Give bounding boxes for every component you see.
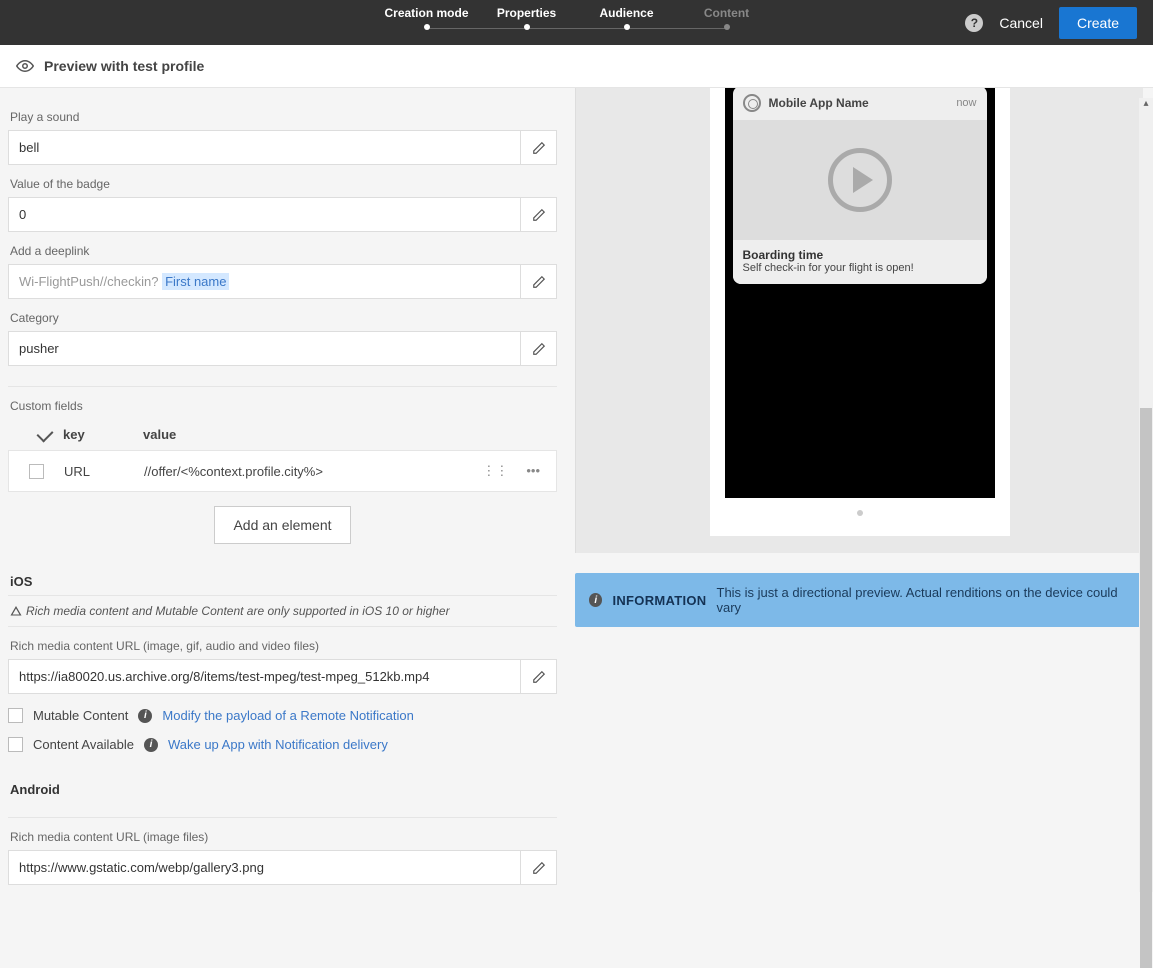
play-icon xyxy=(828,148,892,212)
eye-icon xyxy=(16,57,34,75)
device-preview: Mobile App Name now Boarding time Self c… xyxy=(575,88,1143,553)
row-checkbox[interactable] xyxy=(29,464,44,479)
step-creation-mode[interactable]: Creation mode xyxy=(377,6,477,30)
info-icon[interactable]: i xyxy=(144,738,158,752)
deeplink-label: Add a deeplink xyxy=(10,244,557,258)
preview-with-test-profile[interactable]: Preview with test profile xyxy=(44,58,204,74)
right-panel: Mobile App Name now Boarding time Self c… xyxy=(565,88,1153,887)
mutable-content-link[interactable]: Modify the payload of a Remote Notificat… xyxy=(162,708,413,723)
ios-section: iOS xyxy=(10,574,557,589)
notification-media xyxy=(733,120,987,240)
content-available-link[interactable]: Wake up App with Notification delivery xyxy=(168,737,388,752)
category-input[interactable] xyxy=(9,332,520,365)
deeplink-token[interactable]: First name xyxy=(162,273,229,290)
ios-media-input[interactable] xyxy=(9,660,520,693)
notification-app-name: Mobile App Name xyxy=(769,96,957,110)
scrollbar[interactable]: ▴ xyxy=(1139,98,1153,892)
wizard-steps: Creation mode Properties Audience Conten… xyxy=(377,6,777,30)
content-available-checkbox[interactable] xyxy=(8,737,23,752)
header-bar: Creation mode Properties Audience Conten… xyxy=(0,0,1153,45)
scroll-up-icon[interactable]: ▴ xyxy=(1139,98,1153,112)
badge-input[interactable] xyxy=(9,198,520,231)
sound-input[interactable] xyxy=(9,131,520,164)
mutable-content-label: Mutable Content xyxy=(33,708,128,723)
android-section: Android xyxy=(10,782,557,797)
android-media-input[interactable] xyxy=(9,851,520,884)
android-media-label: Rich media content URL (image files) xyxy=(10,830,557,844)
step-content[interactable]: Content xyxy=(677,6,777,30)
android-media-edit-button[interactable] xyxy=(520,851,556,884)
scrollbar-thumb[interactable] xyxy=(1140,408,1152,968)
left-panel: Play a sound Value of the badge Add a de… xyxy=(0,88,565,887)
ios-media-label: Rich media content URL (image, gif, audi… xyxy=(10,639,557,653)
help-icon[interactable]: ? xyxy=(965,14,983,32)
step-properties[interactable]: Properties xyxy=(477,6,577,30)
app-icon xyxy=(743,94,761,112)
mutable-content-checkbox[interactable] xyxy=(8,708,23,723)
info-icon[interactable]: i xyxy=(138,709,152,723)
add-element-button[interactable]: Add an element xyxy=(214,506,350,544)
info-icon: i xyxy=(589,593,602,607)
deeplink-input[interactable]: Wi-FlightPush//checkin? First name xyxy=(9,265,520,298)
row-key: URL xyxy=(64,464,144,479)
content-available-label: Content Available xyxy=(33,737,134,752)
create-button[interactable]: Create xyxy=(1059,7,1137,39)
notification-time: now xyxy=(956,97,976,109)
row-value: //offer/<%context.profile.city%> xyxy=(144,464,482,479)
ios-media-edit-button[interactable] xyxy=(520,660,556,693)
custom-field-row[interactable]: URL //offer/<%context.profile.city%> ⋮⋮ … xyxy=(8,450,557,492)
cancel-button[interactable]: Cancel xyxy=(999,15,1043,31)
ios-warning: Rich media content and Mutable Content a… xyxy=(8,595,557,627)
sound-label: Play a sound xyxy=(10,110,557,124)
drag-handle-icon[interactable]: ⋮⋮ xyxy=(482,463,508,479)
custom-fields-label: Custom fields xyxy=(10,399,557,413)
badge-edit-button[interactable] xyxy=(520,198,556,231)
phone-frame: Mobile App Name now Boarding time Self c… xyxy=(710,88,1010,536)
check-icon xyxy=(36,426,53,443)
custom-table-header: key value xyxy=(8,419,557,450)
more-icon[interactable]: ••• xyxy=(526,463,540,479)
notification-title: Boarding time xyxy=(743,248,977,262)
step-audience[interactable]: Audience xyxy=(577,6,677,30)
info-banner: i INFORMATION This is just a directional… xyxy=(575,573,1143,627)
deeplink-edit-button[interactable] xyxy=(520,265,556,298)
category-edit-button[interactable] xyxy=(520,332,556,365)
notification-card: Mobile App Name now Boarding time Self c… xyxy=(733,88,987,284)
sound-edit-button[interactable] xyxy=(520,131,556,164)
subheader: Preview with test profile xyxy=(0,45,1153,88)
page-indicator xyxy=(857,510,863,516)
category-label: Category xyxy=(10,311,557,325)
warning-icon xyxy=(10,605,22,617)
notification-message: Self check-in for your flight is open! xyxy=(743,262,977,274)
badge-label: Value of the badge xyxy=(10,177,557,191)
